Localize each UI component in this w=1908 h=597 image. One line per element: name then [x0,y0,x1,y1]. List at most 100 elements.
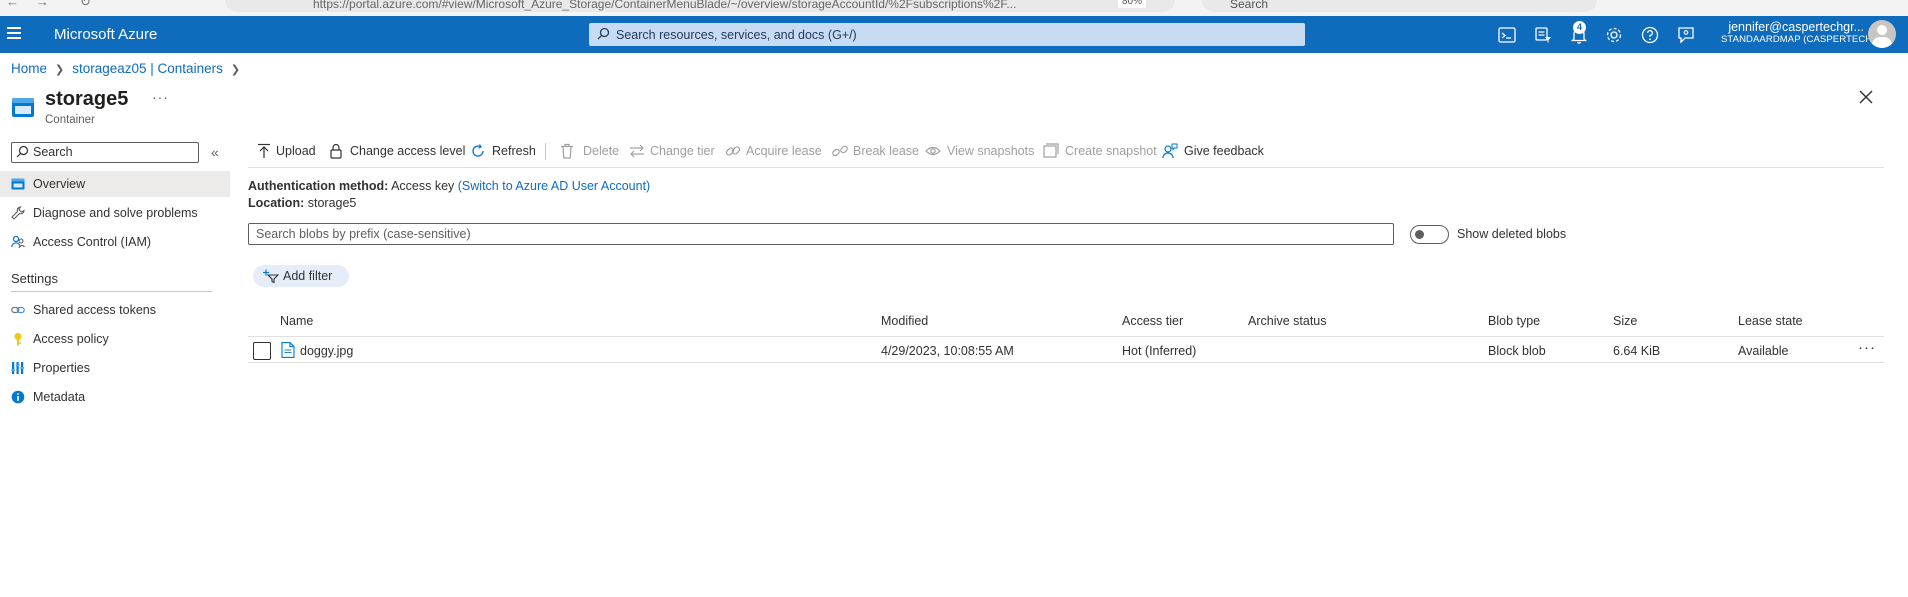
show-deleted-blobs-toggle[interactable] [1410,225,1449,244]
portal-topbar: Microsoft Azure Search resources, servic… [0,16,1908,53]
break-lease-label: Break lease [853,144,920,158]
feedback-icon[interactable] [1676,25,1696,45]
wrench-icon [11,206,25,220]
blob-search-input[interactable]: Search blobs by prefix (case-sensitive) [248,223,1394,245]
more-options-button[interactable]: ··· [152,89,169,105]
cell-size: 6.64 KiB [1613,344,1661,358]
change-access-level-label: Change access level [350,144,466,158]
chain-link-icon [725,146,741,156]
help-icon[interactable] [1640,25,1660,45]
collapse-sidebar-button[interactable]: « [211,144,219,160]
breadcrumb-home[interactable]: Home [11,61,47,76]
broken-link-icon [832,145,848,157]
sidebar-item-access-policy[interactable]: Access policy [0,326,230,352]
cell-modified: 4/29/2023, 10:08:55 AM [881,344,1014,358]
cell-lease-state: Available [1738,344,1789,358]
column-header-archive-status[interactable]: Archive status [1248,314,1327,328]
browser-chrome: ← → ↻ https://portal.azure.com/#view/Mic… [0,0,1908,16]
sidebar-item-diagnose[interactable]: Diagnose and solve problems [0,200,230,226]
switch-auth-link[interactable]: (Switch to Azure AD User Account) [458,179,650,193]
forward-icon[interactable]: → [36,0,49,9]
refresh-icon [472,144,484,157]
row-checkbox[interactable] [253,342,271,360]
break-lease-button[interactable]: Break lease [832,141,920,161]
location-label: Location: [248,196,305,210]
directory-filter-icon[interactable] [1533,25,1553,45]
search-icon [597,27,610,40]
link-icon [11,306,25,314]
cell-blob-type: Block blob [1488,344,1546,358]
refresh-label: Refresh [492,144,536,158]
upload-button[interactable]: Upload [256,141,322,161]
authentication-method: Authentication method: Access key (Switc… [248,179,650,193]
change-tier-button[interactable]: Change tier [629,141,719,161]
user-email: jennifer@caspertechgr... [1728,20,1864,34]
sidebar-item-label: Shared access tokens [33,303,156,317]
sidebar-item-label: Access policy [33,332,109,346]
divider [11,291,212,292]
zoom-indicator[interactable]: 80% [1118,0,1146,8]
divider [248,362,1884,363]
upload-icon [258,143,270,158]
create-snapshot-button[interactable]: Create snapshot [1043,141,1157,161]
column-header-modified[interactable]: Modified [881,314,928,328]
add-filter-button[interactable]: Add filter [253,265,349,287]
browser-search-box[interactable]: Search [1202,0,1597,12]
file-icon [281,342,295,358]
location-value: storage5 [307,196,357,210]
view-snapshots-button[interactable]: View snapshots [925,141,1034,161]
overview-icon [11,178,25,190]
notification-count-badge: 4 [1573,21,1586,34]
row-more-options-button[interactable]: ··· [1858,339,1876,356]
sidebar-item-label: Overview [33,177,86,191]
reload-icon[interactable]: ↻ [80,0,91,10]
divider [248,167,1884,168]
cell-access-tier: Hot (Inferred) [1122,344,1197,358]
change-tier-label: Change tier [650,144,715,158]
sidebar-item-properties[interactable]: Properties [0,355,230,381]
container-icon [12,98,34,117]
sidebar-item-shared-access-tokens[interactable]: Shared access tokens [0,297,230,323]
sidebar-section-settings: Settings [11,271,58,286]
delete-button[interactable]: Delete [559,141,619,161]
change-access-level-button[interactable]: Change access level [328,141,466,161]
key-icon [14,333,22,346]
address-bar[interactable]: https://portal.azure.com/#view/Microsoft… [225,0,1175,12]
give-feedback-button[interactable]: Give feedback [1162,141,1264,161]
add-filter-icon [263,269,279,283]
acquire-lease-label: Acquire lease [746,144,822,158]
blob-search-placeholder: Search blobs by prefix (case-sensitive) [256,227,471,241]
breadcrumb-containers[interactable]: storageaz05 | Containers [72,61,223,76]
column-header-name[interactable]: Name [280,314,313,328]
back-icon[interactable]: ← [6,0,19,9]
sidebar-item-label: Metadata [33,390,86,404]
refresh-button[interactable]: Refresh [470,141,536,161]
column-header-size[interactable]: Size [1613,314,1637,328]
global-search-input[interactable]: Search resources, services, and docs (G+… [589,23,1305,46]
breadcrumb: Home ❯ storageaz05 | Containers ❯ [11,61,248,76]
column-header-access-tier[interactable]: Access tier [1122,314,1183,328]
people-icon [11,235,25,249]
chevron-right-icon: ❯ [230,64,241,76]
sidebar-search-input[interactable]: Search [11,142,199,163]
sidebar-item-metadata[interactable]: Metadata [0,384,230,410]
close-icon[interactable] [1858,89,1874,105]
blob-name-link[interactable]: doggy.jpg [300,344,353,358]
sidebar-item-label: Properties [33,361,90,375]
acquire-lease-button[interactable]: Acquire lease [725,141,822,161]
avatar[interactable] [1868,20,1896,48]
cloud-shell-icon[interactable] [1497,25,1517,45]
sidebar-item-overview[interactable]: Overview [0,171,230,197]
account-info[interactable]: jennifer@caspertechgr... STANDAARDMAP (C… [1721,20,1880,45]
search-icon [16,145,29,158]
auth-method-value: Access key [391,179,455,193]
column-header-lease-state[interactable]: Lease state [1738,314,1803,328]
sidebar-item-iam[interactable]: Access Control (IAM) [0,229,230,255]
feedback-person-icon [1162,143,1178,159]
gear-icon[interactable] [1604,25,1624,45]
column-header-blob-type[interactable]: Blob type [1488,314,1540,328]
brand-title[interactable]: Microsoft Azure [54,26,157,43]
create-snapshot-label: Create snapshot [1065,144,1157,158]
menu-icon[interactable] [7,27,21,41]
chevron-right-icon: ❯ [55,64,65,76]
